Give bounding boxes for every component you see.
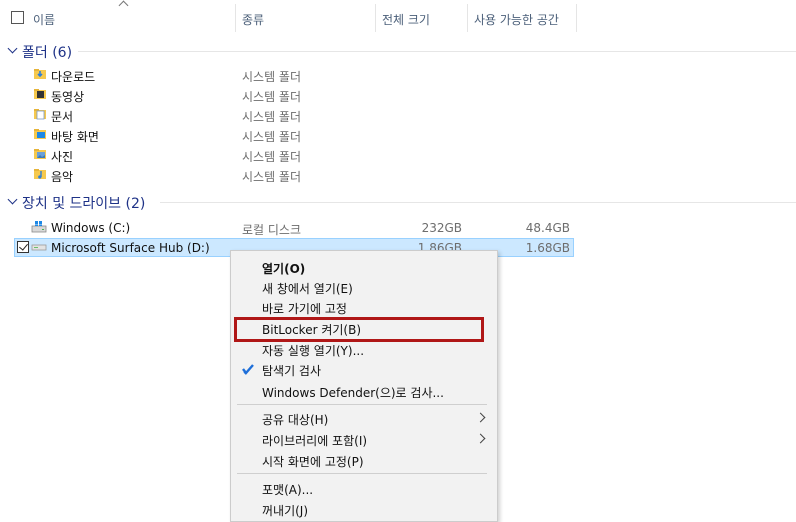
defender-shield-icon [242,364,254,375]
column-header: 이름 종류 전체 크기 사용 가능한 공간 [0,0,796,36]
menu-item-open[interactable]: 열기(O) [262,260,305,277]
menu-separator [237,404,487,405]
usb-drive-icon [31,244,47,251]
menu-item-format[interactable]: 포맷(A)... [262,481,313,498]
downloads-folder-icon [34,69,46,79]
column-name-header[interactable]: 이름 [33,11,55,28]
list-item[interactable]: Windows (C:) 로컬 디스크 232GB 48.4GB [0,218,796,238]
item-type: 시스템 폴더 [242,70,302,84]
column-divider[interactable] [576,4,577,32]
item-name: 바탕 화면 [51,130,99,144]
menu-item-pin-quick-access[interactable]: 바로 가기에 고정 [262,300,347,317]
item-name: 음악 [51,170,74,184]
group-header-folders[interactable]: 폴더 (6) [0,41,796,61]
column-type-header[interactable]: 종류 [242,11,264,28]
item-name: Windows (C:) [51,221,131,235]
group-header-devices[interactable]: 장치 및 드라이브 (2) [0,192,796,212]
list-item[interactable]: 사진 시스템 폴더 [0,145,796,165]
group-title: 폴더 (6) [22,45,73,61]
pictures-folder-icon [34,149,46,159]
menu-item-defender-scan[interactable]: Windows Defender(으)로 검사... [262,384,444,401]
sort-ascending-icon [118,0,129,11]
menu-item-bitlocker[interactable]: BitLocker 켜기(B) [262,321,361,338]
chevron-right-icon [475,433,486,444]
column-total-header[interactable]: 전체 크기 [382,11,430,28]
menu-item-eject[interactable]: 꺼내기(J) [262,502,308,519]
windows-drive-icon [31,221,47,233]
music-folder-icon [34,169,46,179]
item-free-space: 48.4GB [525,221,570,235]
row-checkbox[interactable] [17,241,29,253]
menu-separator [237,473,487,474]
item-type: 시스템 폴더 [242,150,302,164]
list-item[interactable]: 문서 시스템 폴더 [0,105,796,125]
item-name: 동영상 [51,90,85,104]
context-menu: 열기(O) 새 창에서 열기(E) 바로 가기에 고정 BitLocker 켜기… [230,250,498,522]
item-name: 문서 [51,110,74,124]
item-type: 시스템 폴더 [242,130,302,144]
item-type: 시스템 폴더 [242,90,302,104]
column-divider[interactable] [375,4,376,32]
column-divider[interactable] [467,4,468,32]
item-name: 다운로드 [51,70,96,84]
menu-item-include-library[interactable]: 라이브러리에 포함(I) [262,432,367,449]
column-free-header[interactable]: 사용 가능한 공간 [474,11,559,28]
item-type: 시스템 폴더 [242,110,302,124]
menu-item-explorer-scan[interactable]: 탐색기 검사 [262,362,321,379]
desktop-folder-icon [34,129,46,139]
chevron-right-icon [475,412,486,423]
list-item[interactable]: 다운로드 시스템 폴더 [0,65,796,85]
menu-item-pin-start[interactable]: 시작 화면에 고정(P) [262,453,364,470]
menu-item-autoplay[interactable]: 자동 실행 열기(Y)... [262,342,364,359]
videos-folder-icon [34,89,46,99]
group-title: 장치 및 드라이브 (2) [22,196,146,212]
chevron-down-icon[interactable] [7,43,18,54]
group-divider [160,202,796,203]
column-divider[interactable] [235,4,236,32]
item-name: 사진 [51,150,74,164]
group-divider [78,51,796,52]
item-type: 시스템 폴더 [242,170,302,184]
menu-item-open-new-window[interactable]: 새 창에서 열기(E) [262,280,353,297]
documents-folder-icon [34,109,46,120]
item-type: 로컬 디스크 [242,223,302,237]
list-item[interactable]: 동영상 시스템 폴더 [0,85,796,105]
menu-item-share-with[interactable]: 공유 대상(H) [262,411,328,428]
chevron-down-icon[interactable] [7,194,18,205]
select-all-checkbox[interactable] [11,11,24,24]
item-name: Microsoft Surface Hub (D:) [51,241,210,255]
list-item[interactable]: 바탕 화면 시스템 폴더 [0,125,796,145]
list-item[interactable]: 음악 시스템 폴더 [0,165,796,185]
item-total-size: 232GB [421,221,462,235]
